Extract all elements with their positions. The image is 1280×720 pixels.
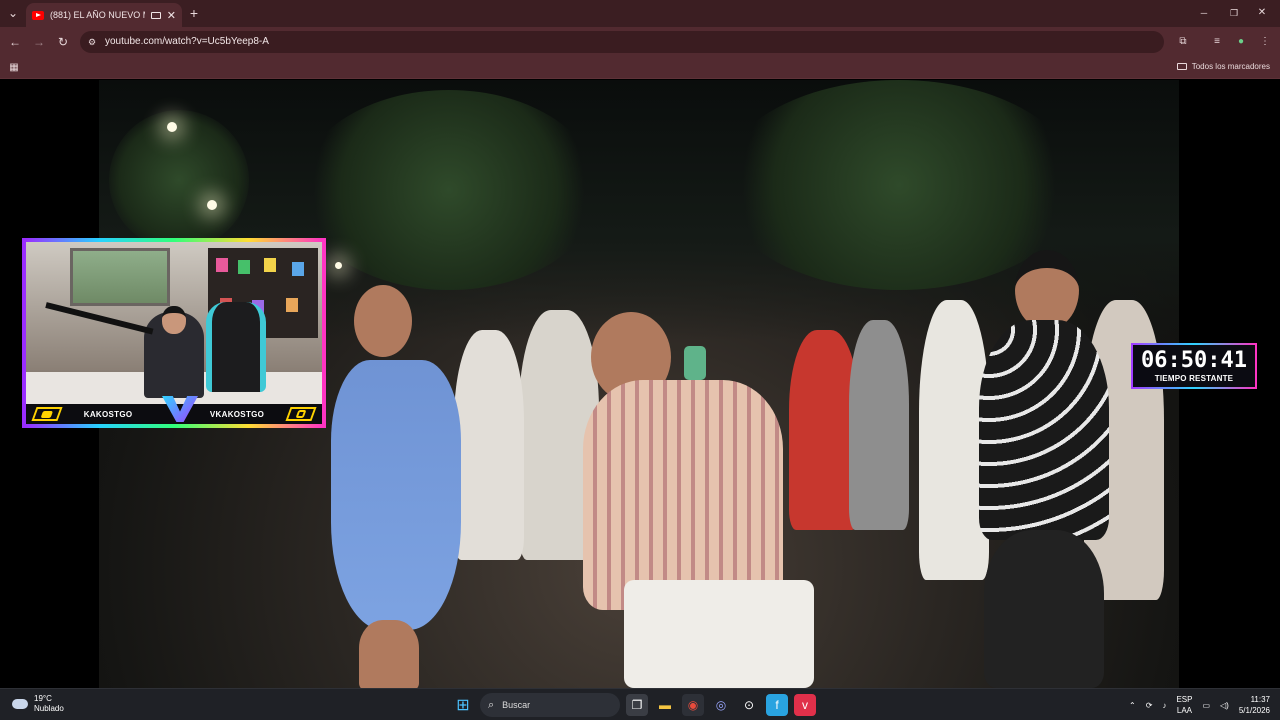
language-bottom: LAA <box>1176 706 1193 715</box>
reading-list-icon[interactable]: ≡ <box>1210 36 1224 48</box>
volume-icon[interactable]: ◁) <box>1220 701 1229 710</box>
discord-icon[interactable]: ◎ <box>710 694 732 716</box>
minimize-button[interactable]: ─ <box>1198 7 1210 19</box>
new-tab-button[interactable]: + <box>188 6 200 20</box>
extensions-icon[interactable]: ⧉ <box>1176 36 1190 48</box>
gaming-chair <box>206 302 266 392</box>
address-bar[interactable]: ⚙ youtube.com/watch?v=Uc5bYeep8-A <box>80 31 1164 53</box>
timer-value: 06:50:41 <box>1141 348 1247 373</box>
street-lamp <box>335 262 342 269</box>
webcam-overlay: KAKOSTGO VKAKOSTGO <box>22 238 326 428</box>
youtube-icon <box>32 10 44 20</box>
person-head <box>1015 250 1079 330</box>
microphone-icon[interactable]: ♪ <box>1162 701 1166 710</box>
sync-icon[interactable]: ⟳ <box>1146 701 1153 710</box>
app-f-icon[interactable]: f <box>766 694 788 716</box>
tree <box>109 110 249 250</box>
close-window-button[interactable]: ✕ <box>1256 7 1268 19</box>
forward-button[interactable]: → <box>32 36 46 48</box>
tab-title: (881) EL AÑO NUEVO MAS <box>50 10 145 20</box>
reload-button[interactable]: ↻ <box>56 36 70 48</box>
clock[interactable]: 11:37 5/1/2026 <box>1239 694 1270 716</box>
street-lamp <box>207 200 217 210</box>
clock-date: 5/1/2026 <box>1238 706 1270 715</box>
all-bookmarks-label: Todos los marcadores <box>1191 62 1270 71</box>
folder-icon <box>1176 63 1187 70</box>
taskbar-apps: ⊞ ⌕ Buscar ❐ ▬ ◉ ◎ ⊙ f v <box>452 693 816 717</box>
microphone-arm <box>45 302 154 335</box>
weather-widget[interactable]: 19°C Nublado <box>12 694 64 714</box>
task-view-icon[interactable]: ❐ <box>626 694 648 716</box>
tray-overflow-icon[interactable]: ⌃ <box>1129 701 1136 710</box>
instagram-badge-icon <box>285 407 317 421</box>
weather-condition: Nublado <box>34 704 64 713</box>
youtube-badge-icon <box>31 407 63 421</box>
man-dark-pants <box>984 530 1104 688</box>
taskbar: 19°C Nublado ⊞ ⌕ Buscar ❐ ▬ ◉ ◎ ⊙ f v ⌃ … <box>0 688 1280 720</box>
restore-button[interactable]: ❐ <box>1228 7 1240 19</box>
tree <box>719 80 1079 290</box>
countdown-timer: 06:50:41 TIEMPO RESTANTE <box>1131 343 1257 389</box>
timer-label: TIEMPO RESTANTE <box>1154 374 1234 383</box>
streamer-face <box>162 306 186 334</box>
person-legs <box>359 620 419 688</box>
webcam-room-window <box>70 248 170 306</box>
start-windows-icon[interactable]: ⊞ <box>452 694 474 716</box>
profile-icon[interactable]: ● <box>1234 36 1248 48</box>
back-button[interactable]: ← <box>8 36 22 48</box>
bookmarks-bar: ▦ Todos los marcadores <box>0 57 1280 79</box>
obs-icon[interactable]: ⊙ <box>738 694 760 716</box>
system-tray: ⌃ ⟳ ♪ ESP LAA ▭ ◁) 11:37 5/1/2026 <box>1129 694 1270 716</box>
app-v-icon[interactable]: v <box>794 694 816 716</box>
taskbar-search[interactable]: ⌕ Buscar <box>480 693 620 717</box>
crowd-person <box>849 320 909 530</box>
site-info-icon[interactable]: ⚙ <box>88 31 96 53</box>
browser-tab[interactable]: (881) EL AÑO NUEVO MAS ✕ <box>26 3 182 27</box>
browser-titlebar: ⌄ (881) EL AÑO NUEVO MAS ✕ + ─ ❐ ✕ <box>0 0 1280 27</box>
webcam-left-name: KAKOSTGO <box>83 409 133 419</box>
man-striped-shirt <box>583 380 783 610</box>
tab-list-chevron-icon[interactable]: ⌄ <box>7 7 19 19</box>
webcam-right-name: VKAKOSTGO <box>209 409 265 419</box>
search-icon: ⌕ <box>488 698 495 711</box>
temperature: 19°C <box>34 694 52 703</box>
street-lamp <box>167 122 177 132</box>
network-icon[interactable]: ▭ <box>1202 701 1210 710</box>
chrome-icon[interactable]: ◉ <box>682 694 704 716</box>
file-explorer-icon[interactable]: ▬ <box>654 694 676 716</box>
all-bookmarks-button[interactable]: Todos los marcadores <box>1176 62 1270 71</box>
language-indicator[interactable]: ESP LAA <box>1176 694 1192 716</box>
tab-close-icon[interactable]: ✕ <box>167 9 176 22</box>
cloud-icon <box>12 699 28 709</box>
man-white-pants <box>624 580 814 688</box>
person-head <box>354 285 412 357</box>
crowd-person <box>454 330 524 560</box>
search-placeholder: Buscar <box>502 700 531 710</box>
video-player[interactable]: KAKOSTGO VKAKOSTGO 06:50:41 TIEMPO RESTA… <box>0 80 1280 688</box>
url-text: youtube.com/watch?v=Uc5bYeep8-A <box>105 36 269 47</box>
woman-blue-dress <box>331 360 461 630</box>
language-top: ESP <box>1176 695 1193 704</box>
man-printed-shirt <box>979 320 1109 540</box>
clock-time: 11:37 <box>1250 695 1270 704</box>
recording-icon <box>150 11 161 19</box>
green-can <box>684 346 706 380</box>
menu-icon[interactable]: ⋮ <box>1258 36 1272 48</box>
apps-grid-icon[interactable]: ▦ <box>8 62 20 74</box>
tree <box>299 90 599 290</box>
